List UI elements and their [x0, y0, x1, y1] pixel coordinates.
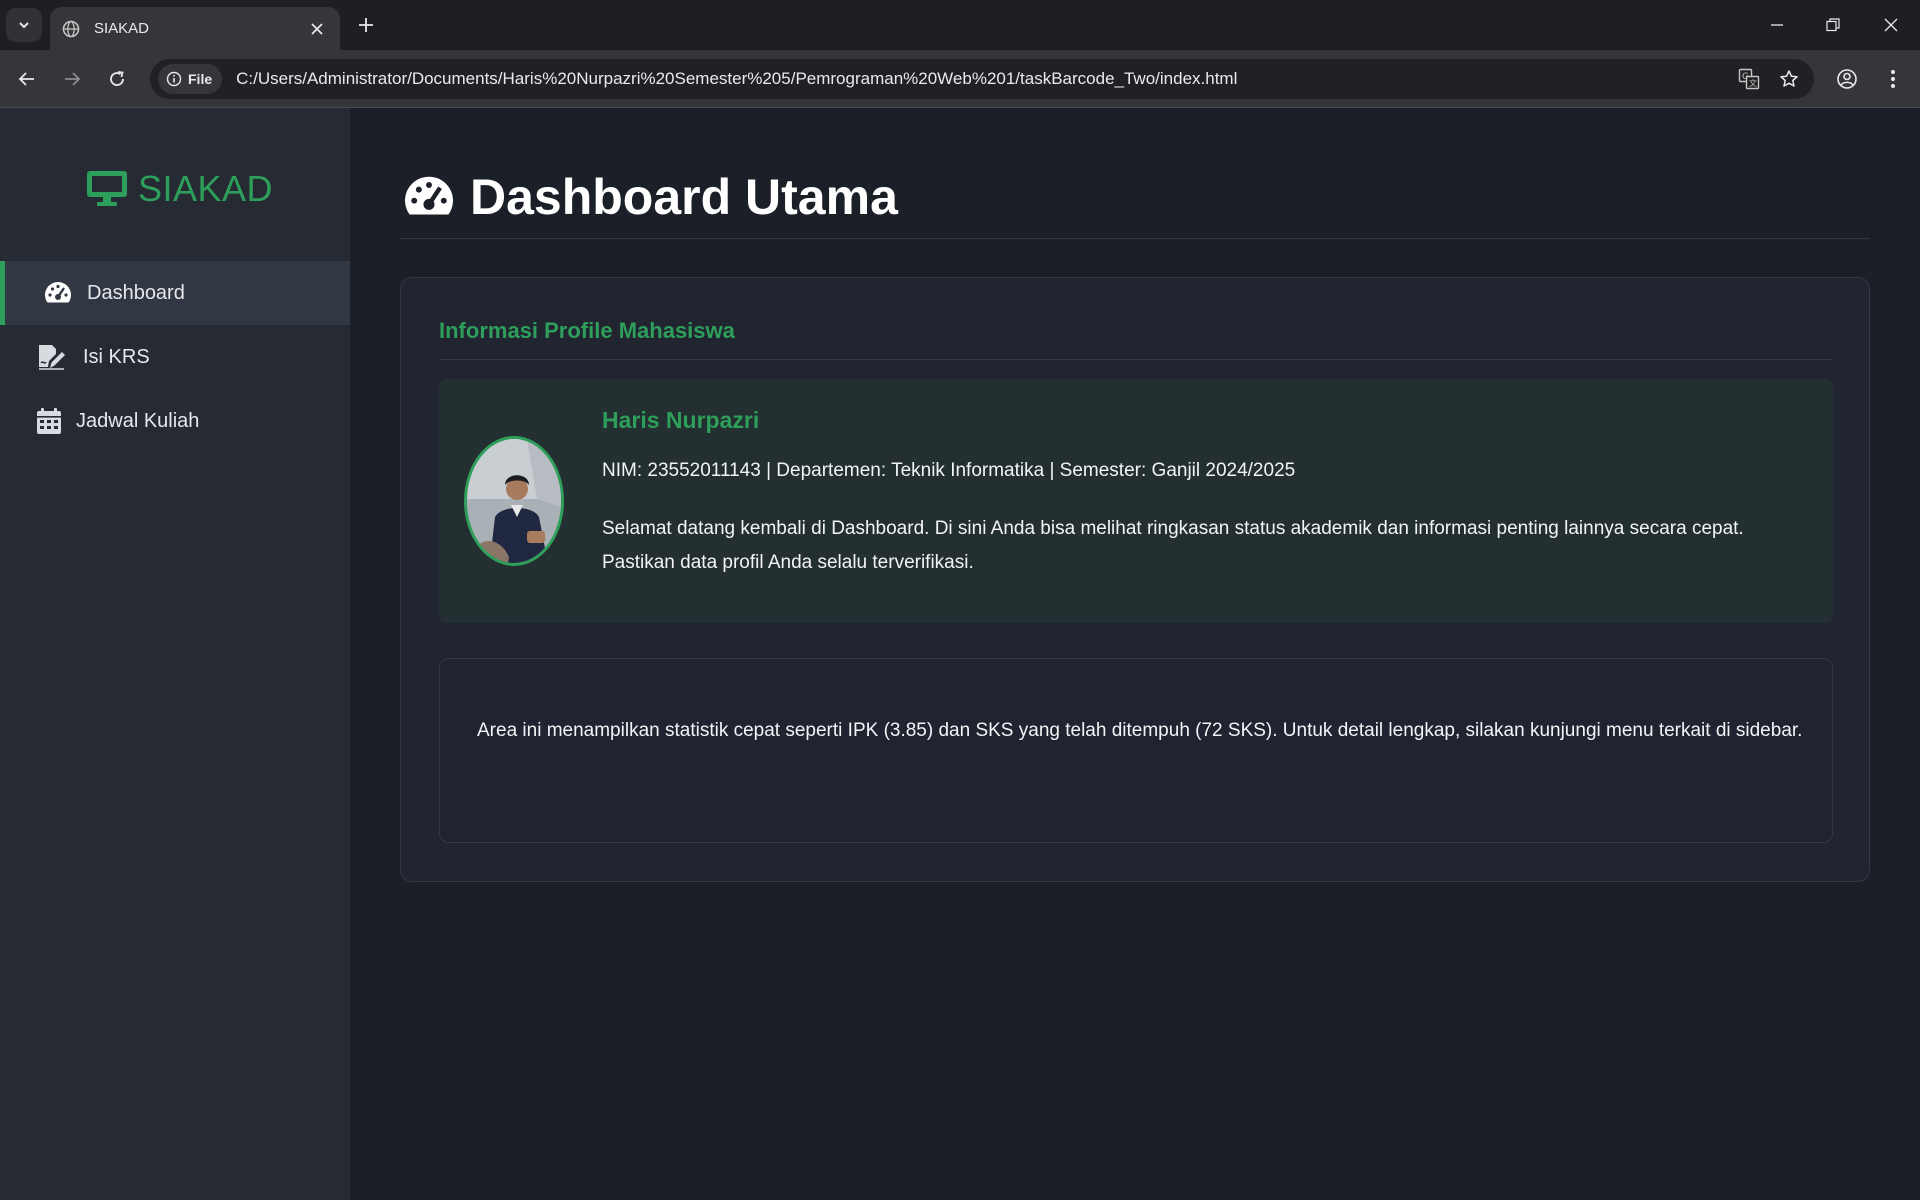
svg-text:文: 文 [1749, 78, 1757, 88]
window-close-button[interactable] [1876, 10, 1906, 40]
new-tab-button[interactable] [353, 12, 379, 38]
brand-name: SIAKAD [138, 168, 274, 209]
avatar [464, 436, 564, 566]
profile-button[interactable] [1832, 64, 1862, 94]
browser-menu-button[interactable] [1878, 64, 1908, 94]
browser-tab[interactable]: SIAKAD [50, 7, 340, 50]
student-details: NIM: 23552011143 | Departemen: Teknik In… [602, 460, 1296, 481]
globe-icon [62, 20, 80, 37]
sidebar-menu: Dashboard Isi KRS Jadwal Kuliah [0, 261, 350, 453]
site-info-chip[interactable]: File [158, 64, 223, 94]
page: SIAKAD Dashboard Isi KRS Jadwal Kuliah D… [0, 108, 1920, 1200]
sidebar-item-label: Jadwal Kuliah [76, 409, 200, 432]
browser-toolbar: File C:/Users/Administrator/Documents/Ha… [0, 50, 1920, 108]
site-info-label: File [188, 71, 213, 87]
sidebar-item-dashboard[interactable]: Dashboard [0, 261, 350, 325]
info-icon [166, 71, 182, 87]
profile-card: Informasi Profile Mahasiswa Haris Nurpaz… [400, 277, 1870, 882]
sidebar-item-label: Isi KRS [83, 345, 150, 368]
reload-icon [110, 71, 124, 86]
file-signature-icon [35, 341, 67, 373]
sidebar: SIAKAD Dashboard Isi KRS Jadwal Kuliah [0, 108, 350, 1200]
sidebar-item-isi-krs[interactable]: Isi KRS [0, 325, 350, 389]
bookmark-button[interactable] [1774, 64, 1804, 94]
gauge-icon [405, 176, 453, 215]
browser-titlebar: SIAKAD [0, 0, 1920, 50]
address-bar[interactable]: File C:/Users/Administrator/Documents/Ha… [150, 59, 1814, 99]
more-vertical-icon [1891, 70, 1895, 88]
gauge-icon [42, 277, 74, 309]
arrow-left-icon [18, 72, 34, 86]
translate-button[interactable]: G文 [1734, 64, 1764, 94]
star-icon [1780, 70, 1798, 87]
stats-summary: Area ini menampilkan statistik cepat sep… [477, 720, 1803, 741]
account-icon [1837, 69, 1857, 89]
forward-button[interactable] [57, 64, 87, 94]
desktop-icon [87, 171, 127, 206]
tab-search-button[interactable] [6, 8, 42, 42]
minimize-button[interactable] [1762, 10, 1792, 40]
close-icon [1884, 18, 1898, 32]
welcome-message: Selamat datang kembali di Dashboard. Di … [602, 518, 1744, 573]
profile-panel: Haris Nurpazri NIM: 23552011143 | Depart… [439, 379, 1833, 623]
sidebar-item-label: Dashboard [87, 281, 185, 304]
restore-icon [1826, 18, 1840, 32]
chevron-down-icon [19, 22, 29, 29]
close-icon [311, 22, 323, 35]
divider [400, 238, 1870, 239]
restore-button[interactable] [1818, 10, 1848, 40]
page-title: Dashboard Utama [470, 169, 898, 225]
back-button[interactable] [12, 64, 42, 94]
minimize-icon [1771, 24, 1783, 26]
url-text[interactable]: C:/Users/Administrator/Documents/Haris%2… [236, 69, 1734, 89]
plus-icon [359, 18, 373, 32]
arrow-right-icon [65, 72, 81, 86]
stats-panel: Area ini menampilkan statistik cepat sep… [439, 658, 1833, 843]
brand-logo[interactable]: SIAKAD [86, 168, 273, 210]
reload-button[interactable] [102, 64, 132, 94]
page-header: Dashboard Utama [400, 168, 898, 226]
student-name: Haris Nurpazri [602, 407, 760, 433]
card-heading: Informasi Profile Mahasiswa [439, 318, 735, 343]
sidebar-item-jadwal-kuliah[interactable]: Jadwal Kuliah [0, 389, 350, 453]
translate-icon: G文 [1738, 68, 1760, 90]
tab-close-button[interactable] [306, 18, 328, 40]
divider [439, 359, 1833, 360]
tab-title: SIAKAD [94, 20, 150, 37]
calendar-icon [33, 405, 65, 437]
